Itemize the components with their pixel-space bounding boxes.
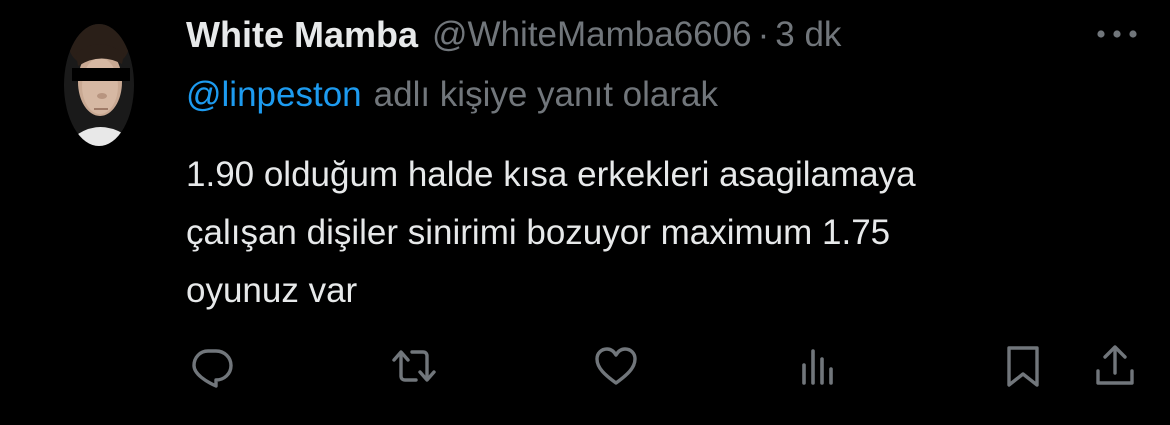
mention-link[interactable]: @linpeston: [186, 75, 362, 115]
heart-icon: [595, 347, 637, 385]
retweet-icon: [392, 350, 436, 382]
more-options-button[interactable]: [1092, 20, 1142, 48]
avatar[interactable]: [64, 24, 134, 146]
action-bar: [0, 340, 1170, 396]
more-horizontal-icon: [1097, 30, 1137, 38]
tweet-text-line: çalışan dişiler sinirimi bozuyor maximum…: [186, 213, 891, 252]
like-button[interactable]: [590, 340, 642, 392]
bookmark-icon: [1007, 346, 1039, 387]
share-icon: [1096, 345, 1134, 385]
tweet-text: 1.90 olduğum halde kısa erkekleri asagil…: [186, 146, 1146, 320]
tweet-text-line: oyunuz var: [186, 271, 358, 310]
tweet[interactable]: White Mamba @WhiteMamba6606 · 3 dk @linp…: [0, 0, 1170, 425]
bookmark-button[interactable]: [997, 340, 1049, 392]
share-button[interactable]: [1089, 340, 1141, 392]
reply-context-label: adlı kişiye yanıt olarak: [373, 75, 718, 114]
user-handle[interactable]: @WhiteMamba6606: [432, 15, 752, 55]
reply-icon: [192, 349, 233, 388]
tweet-text-line: 1.90 olduğum halde kısa erkekleri asagil…: [186, 155, 916, 194]
tweet-header: White Mamba @WhiteMamba6606 · 3 dk: [186, 12, 841, 58]
retweet-button[interactable]: [388, 340, 440, 392]
separator-dot: ·: [757, 15, 770, 54]
reply-context: @linpeston adlı kişiye yanıt olarak: [186, 72, 718, 118]
views-button[interactable]: [792, 340, 844, 392]
avatar-image: [64, 24, 134, 146]
reply-button[interactable]: [186, 340, 238, 392]
timestamp[interactable]: 3 dk: [775, 15, 841, 55]
analytics-icon: [802, 349, 833, 385]
display-name[interactable]: White Mamba: [186, 14, 418, 56]
